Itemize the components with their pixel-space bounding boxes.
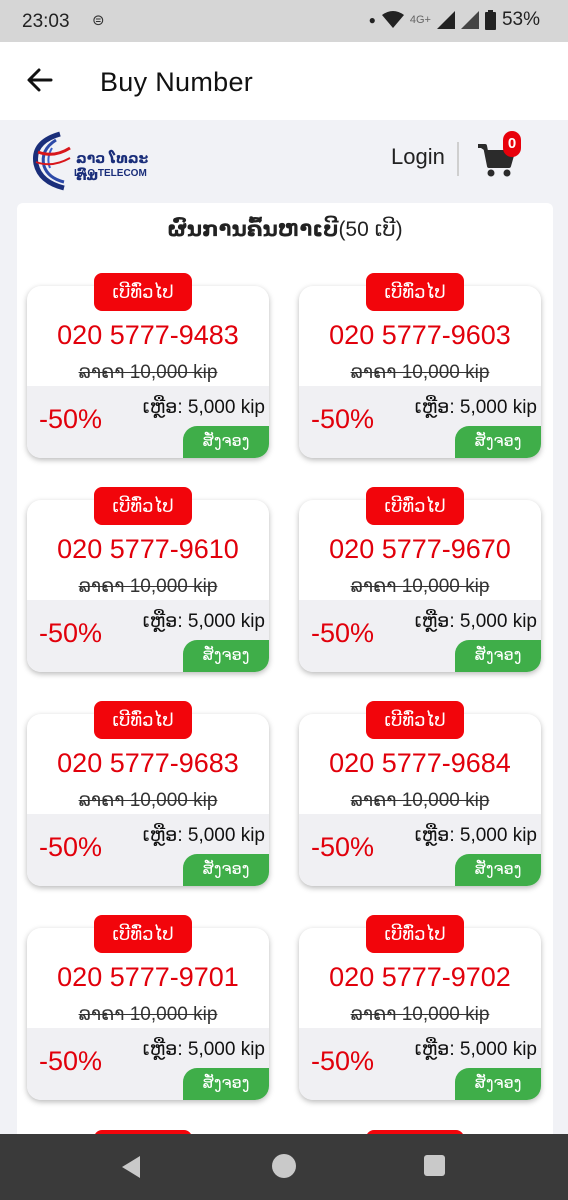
number-type-badge: ເບີທົ່ວໄປ: [94, 701, 192, 739]
number-card[interactable]: 020 5777-9702 ລາຄາ 10,000 kip -50% ເຫຼືອ…: [299, 928, 541, 1100]
phone-number: 020 5777-9670: [329, 534, 511, 564]
phone-number: 020 5777-9483: [57, 320, 239, 350]
discount-label: -50%: [311, 404, 375, 434]
order-button[interactable]: ສັ່ງຈອງ: [183, 426, 269, 458]
square-recents-icon[interactable]: [424, 1155, 445, 1176]
app-bar: Buy Number: [0, 42, 568, 120]
original-price: ລາຄາ 10,000 kip: [78, 576, 218, 597]
original-price: ລາຄາ 10,000 kip: [350, 576, 490, 597]
discount-label: -50%: [311, 618, 375, 648]
site-header: ລາວ ໂທລະຄົມ LAO TELECOM Login: [0, 120, 568, 200]
number-type-badge: ເບີທົ່ວໄປ: [94, 273, 192, 311]
results-title-label: ຜົນການຄົ້ນຫາເບີ: [167, 218, 339, 241]
number-card[interactable]: 020 5777-9684 ລາຄາ 10,000 kip -50% ເຫຼືອ…: [299, 714, 541, 886]
header-divider: [457, 142, 459, 176]
number-type-badge: ເບີທົ່ວໄປ: [366, 487, 464, 525]
remaining-price: ເຫຼືອ: 5,000 kip: [142, 825, 265, 846]
discount-label: -50%: [39, 404, 103, 434]
arrow-left-icon[interactable]: [22, 62, 58, 98]
order-button[interactable]: ສັ່ງຈອງ: [455, 854, 541, 886]
results-panel: ຜົນການຄົ້ນຫາເບີ(50 ເບີ) 020 5777-9483 ລາ…: [17, 203, 553, 1163]
discount-label: -50%: [39, 1046, 103, 1076]
original-price: ລາຄາ 10,000 kip: [78, 362, 218, 383]
number-card[interactable]: 020 5777-9683 ລາຄາ 10,000 kip -50% ເຫຼືອ…: [27, 714, 269, 886]
results-count: (50 ເບີ): [338, 218, 403, 241]
lao-telecom-logo[interactable]: ລາວ ໂທລະຄົມ LAO TELECOM: [30, 128, 160, 194]
discount-label: -50%: [311, 832, 375, 862]
number-card[interactable]: 020 5777-9603 ລາຄາ 10,000 kip -50% ເຫຼືອ…: [299, 286, 541, 458]
remaining-price: ເຫຼືອ: 5,000 kip: [142, 397, 265, 418]
circle-home-icon[interactable]: [272, 1154, 296, 1178]
logo-text-en: LAO TELECOM: [74, 168, 147, 179]
remaining-price: ເຫຼືອ: 5,000 kip: [414, 397, 537, 418]
status-time: 23:03: [22, 11, 70, 32]
discount-label: -50%: [39, 618, 103, 648]
phone-number: 020 5777-9684: [329, 748, 511, 778]
data-saver-icon: ⊜: [92, 12, 105, 29]
remaining-price: ເຫຼືອ: 5,000 kip: [142, 1039, 265, 1060]
phone-number: 020 5777-9603: [329, 320, 511, 350]
discount-label: -50%: [311, 1046, 375, 1076]
order-button[interactable]: ສັ່ງຈອງ: [183, 640, 269, 672]
original-price: ລາຄາ 10,000 kip: [350, 790, 490, 811]
triangle-back-icon[interactable]: [118, 1154, 144, 1180]
number-type-badge: ເບີທົ່ວໄປ: [366, 701, 464, 739]
results-title: ຜົນການຄົ້ນຫາເບີ(50 ເບີ): [17, 217, 553, 242]
number-card[interactable]: 020 5777-9483 ລາຄາ 10,000 kip -50% ເຫຼືອ…: [27, 286, 269, 458]
network-type: 4G+: [409, 14, 431, 26]
original-price: ລາຄາ 10,000 kip: [78, 1004, 218, 1025]
order-button[interactable]: ສັ່ງຈອງ: [455, 426, 541, 458]
original-price: ລາຄາ 10,000 kip: [350, 362, 490, 383]
order-button[interactable]: ສັ່ງຈອງ: [183, 854, 269, 886]
phone-number: 020 5777-9610: [57, 534, 239, 564]
login-link[interactable]: Login: [391, 144, 445, 170]
number-type-badge: ເບີທົ່ວໄປ: [366, 915, 464, 953]
status-icons: ● 4G+ 53%: [369, 9, 540, 31]
status-bar: 23:03 ⊜ ● 4G+ 53%: [0, 0, 568, 42]
order-button[interactable]: ສັ່ງຈອງ: [455, 640, 541, 672]
number-card[interactable]: 020 5777-9701 ລາຄາ 10,000 kip -50% ເຫຼືອ…: [27, 928, 269, 1100]
phone-number: 020 5777-9683: [57, 748, 239, 778]
number-type-badge: ເບີທົ່ວໄປ: [94, 487, 192, 525]
wifi-icon: [381, 11, 404, 28]
original-price: ລາຄາ 10,000 kip: [350, 1004, 490, 1025]
number-type-badge: ເບີທົ່ວໄປ: [94, 915, 192, 953]
dot-icon: ●: [368, 13, 376, 27]
system-nav-bar: [0, 1134, 568, 1200]
remaining-price: ເຫຼືອ: 5,000 kip: [414, 611, 537, 632]
discount-label: -50%: [39, 832, 103, 862]
number-type-badge: ເບີທົ່ວໄປ: [366, 273, 464, 311]
logo-globe-icon: [33, 131, 71, 191]
remaining-price: ເຫຼືອ: 5,000 kip: [142, 611, 265, 632]
phone-number: 020 5777-9702: [329, 962, 511, 992]
number-card[interactable]: 020 5777-9670 ລາຄາ 10,000 kip -50% ເຫຼືອ…: [299, 500, 541, 672]
original-price: ລາຄາ 10,000 kip: [78, 790, 218, 811]
remaining-price: ເຫຼືອ: 5,000 kip: [414, 825, 537, 846]
order-button[interactable]: ສັ່ງຈອງ: [455, 1068, 541, 1100]
remaining-price: ເຫຼືອ: 5,000 kip: [414, 1039, 537, 1060]
battery-percent: 53%: [501, 9, 540, 30]
signal-icon: [436, 11, 455, 29]
page-title: Buy Number: [100, 67, 254, 97]
signal-icon-2: [460, 11, 479, 29]
battery-icon: [484, 10, 496, 30]
cart-count-badge: 0: [503, 131, 521, 157]
order-button[interactable]: ສັ່ງຈອງ: [183, 1068, 269, 1100]
number-card[interactable]: 020 5777-9610 ລາຄາ 10,000 kip -50% ເຫຼືອ…: [27, 500, 269, 672]
phone-number: 020 5777-9701: [57, 962, 239, 992]
